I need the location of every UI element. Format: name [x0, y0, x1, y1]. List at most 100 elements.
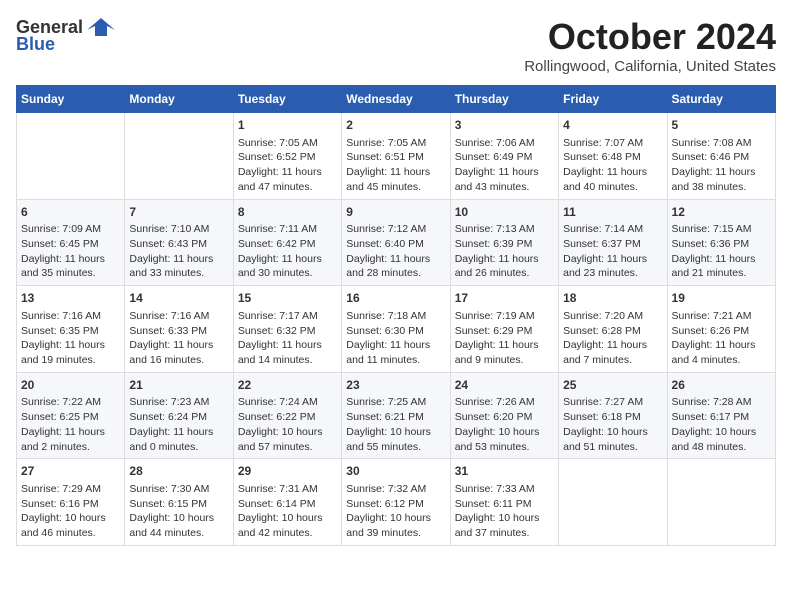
- calendar-cell: 6Sunrise: 7:09 AMSunset: 6:45 PMDaylight…: [17, 199, 125, 286]
- day-info: Sunrise: 7:14 AMSunset: 6:37 PMDaylight:…: [563, 222, 662, 281]
- week-row-3: 13Sunrise: 7:16 AMSunset: 6:35 PMDayligh…: [17, 286, 776, 373]
- header-row: SundayMondayTuesdayWednesdayThursdayFrid…: [17, 86, 776, 113]
- month-title: October 2024: [524, 16, 776, 58]
- day-number: 10: [455, 204, 554, 221]
- day-info: Sunrise: 7:21 AMSunset: 6:26 PMDaylight:…: [672, 309, 771, 368]
- logo-blue-text: Blue: [16, 34, 55, 55]
- day-number: 2: [346, 117, 445, 134]
- calendar-cell: 27Sunrise: 7:29 AMSunset: 6:16 PMDayligh…: [17, 459, 125, 546]
- day-number: 8: [238, 204, 337, 221]
- calendar-cell: [667, 459, 775, 546]
- day-info: Sunrise: 7:24 AMSunset: 6:22 PMDaylight:…: [238, 395, 337, 454]
- day-number: 5: [672, 117, 771, 134]
- day-info: Sunrise: 7:18 AMSunset: 6:30 PMDaylight:…: [346, 309, 445, 368]
- day-info: Sunrise: 7:07 AMSunset: 6:48 PMDaylight:…: [563, 136, 662, 195]
- day-number: 17: [455, 290, 554, 307]
- day-info: Sunrise: 7:27 AMSunset: 6:18 PMDaylight:…: [563, 395, 662, 454]
- calendar-cell: 28 Sunrise: 7:30 AMSunset: 6:15 PMDayligh…: [125, 459, 233, 546]
- calendar-cell: 21Sunrise: 7:23 AMSunset: 6:24 PMDayligh…: [125, 372, 233, 459]
- col-header-tuesday: Tuesday: [233, 86, 341, 113]
- calendar-cell: [125, 113, 233, 200]
- day-info: Sunrise: 7:25 AMSunset: 6:21 PMDaylight:…: [346, 395, 445, 454]
- day-number: 3: [455, 117, 554, 134]
- day-number: 21: [129, 377, 228, 394]
- day-info: Sunrise: 7:16 AMSunset: 6:35 PMDaylight:…: [21, 309, 120, 368]
- calendar-cell: 4 Sunrise: 7:07 AMSunset: 6:48 PMDaylight…: [559, 113, 667, 200]
- day-info: Sunrise: 7:22 AMSunset: 6:25 PMDaylight:…: [21, 395, 120, 454]
- calendar-cell: 24Sunrise: 7:26 AMSunset: 6:20 PMDayligh…: [450, 372, 558, 459]
- calendar-cell: 11Sunrise: 7:14 AMSunset: 6:37 PMDayligh…: [559, 199, 667, 286]
- calendar-cell: 10Sunrise: 7:13 AMSunset: 6:39 PMDayligh…: [450, 199, 558, 286]
- day-number: 30: [346, 463, 445, 480]
- day-info: Sunrise: 7:23 AMSunset: 6:24 PMDaylight:…: [129, 395, 228, 454]
- calendar-cell: 26Sunrise: 7:28 AMSunset: 6:17 PMDayligh…: [667, 372, 775, 459]
- day-info: Sunrise: 7:32 AMSunset: 6:12 PMDaylight:…: [346, 482, 445, 541]
- calendar-cell: 2 Sunrise: 7:05 AMSunset: 6:51 PMDaylight…: [342, 113, 450, 200]
- day-info: Sunrise: 7:15 AMSunset: 6:36 PMDaylight:…: [672, 222, 771, 281]
- day-number: 31: [455, 463, 554, 480]
- calendar-cell: 7Sunrise: 7:10 AMSunset: 6:43 PMDaylight…: [125, 199, 233, 286]
- logo-bird-icon: [87, 16, 115, 38]
- day-info: Sunrise: 7:05 AMSunset: 6:51 PMDaylight:…: [346, 136, 445, 195]
- day-number: 7: [129, 204, 228, 221]
- calendar-cell: 31Sunrise: 7:33 AMSunset: 6:11 PMDayligh…: [450, 459, 558, 546]
- calendar-cell: 8Sunrise: 7:11 AMSunset: 6:42 PMDaylight…: [233, 199, 341, 286]
- day-number: 11: [563, 204, 662, 221]
- day-number: 15: [238, 290, 337, 307]
- calendar-table: SundayMondayTuesdayWednesdayThursdayFrid…: [16, 85, 776, 546]
- calendar-cell: 9Sunrise: 7:12 AMSunset: 6:40 PMDaylight…: [342, 199, 450, 286]
- day-info: Sunrise: 7:30 AMSunset: 6:15 PMDaylight:…: [129, 482, 228, 541]
- day-number: 29: [238, 463, 337, 480]
- day-info: Sunrise: 7:05 AMSunset: 6:52 PMDaylight:…: [238, 136, 337, 195]
- day-number: 16: [346, 290, 445, 307]
- week-row-5: 27Sunrise: 7:29 AMSunset: 6:16 PMDayligh…: [17, 459, 776, 546]
- col-header-wednesday: Wednesday: [342, 86, 450, 113]
- col-header-sunday: Sunday: [17, 86, 125, 113]
- day-number: 6: [21, 204, 120, 221]
- day-number: 19: [672, 290, 771, 307]
- calendar-cell: 16 Sunrise: 7:18 AMSunset: 6:30 PMDayligh…: [342, 286, 450, 373]
- calendar-cell: 19 Sunrise: 7:21 AMSunset: 6:26 PMDayligh…: [667, 286, 775, 373]
- calendar-cell: 18Sunrise: 7:20 AMSunset: 6:28 PMDayligh…: [559, 286, 667, 373]
- day-number: 14: [129, 290, 228, 307]
- title-area: October 2024 Rollingwood, California, Un…: [524, 16, 776, 75]
- day-number: 25: [563, 377, 662, 394]
- week-row-1: 1 Sunrise: 7:05 AMSunset: 6:52 PMDaylight…: [17, 113, 776, 200]
- day-info: Sunrise: 7:12 AMSunset: 6:40 PMDaylight:…: [346, 222, 445, 281]
- day-number: 28: [129, 463, 228, 480]
- day-info: Sunrise: 7:26 AMSunset: 6:20 PMDaylight:…: [455, 395, 554, 454]
- col-header-saturday: Saturday: [667, 86, 775, 113]
- week-row-4: 20Sunrise: 7:22 AMSunset: 6:25 PMDayligh…: [17, 372, 776, 459]
- calendar-cell: 25Sunrise: 7:27 AMSunset: 6:18 PMDayligh…: [559, 372, 667, 459]
- day-info: Sunrise: 7:28 AMSunset: 6:17 PMDaylight:…: [672, 395, 771, 454]
- page-header: General Blue October 2024 Rollingwood, C…: [16, 16, 776, 75]
- day-number: 23: [346, 377, 445, 394]
- calendar-cell: 29 Sunrise: 7:31 AMSunset: 6:14 PMDayligh…: [233, 459, 341, 546]
- logo: General Blue: [16, 16, 115, 55]
- day-number: 24: [455, 377, 554, 394]
- day-number: 18: [563, 290, 662, 307]
- calendar-cell: 23Sunrise: 7:25 AMSunset: 6:21 PMDayligh…: [342, 372, 450, 459]
- day-info: Sunrise: 7:29 AMSunset: 6:16 PMDaylight:…: [21, 482, 120, 541]
- calendar-cell: 3 Sunrise: 7:06 AMSunset: 6:49 PMDaylight…: [450, 113, 558, 200]
- calendar-cell: 15Sunrise: 7:17 AMSunset: 6:32 PMDayligh…: [233, 286, 341, 373]
- day-number: 22: [238, 377, 337, 394]
- day-number: 4: [563, 117, 662, 134]
- week-row-2: 6Sunrise: 7:09 AMSunset: 6:45 PMDaylight…: [17, 199, 776, 286]
- day-number: 9: [346, 204, 445, 221]
- day-info: Sunrise: 7:13 AMSunset: 6:39 PMDaylight:…: [455, 222, 554, 281]
- day-info: Sunrise: 7:16 AMSunset: 6:33 PMDaylight:…: [129, 309, 228, 368]
- day-number: 20: [21, 377, 120, 394]
- day-info: Sunrise: 7:06 AMSunset: 6:49 PMDaylight:…: [455, 136, 554, 195]
- day-info: Sunrise: 7:19 AMSunset: 6:29 PMDaylight:…: [455, 309, 554, 368]
- day-info: Sunrise: 7:09 AMSunset: 6:45 PMDaylight:…: [21, 222, 120, 281]
- calendar-cell: 12Sunrise: 7:15 AMSunset: 6:36 PMDayligh…: [667, 199, 775, 286]
- calendar-cell: 14 Sunrise: 7:16 AMSunset: 6:33 PMDayligh…: [125, 286, 233, 373]
- col-header-friday: Friday: [559, 86, 667, 113]
- calendar-cell: [559, 459, 667, 546]
- day-info: Sunrise: 7:31 AMSunset: 6:14 PMDaylight:…: [238, 482, 337, 541]
- day-number: 1: [238, 117, 337, 134]
- day-info: Sunrise: 7:11 AMSunset: 6:42 PMDaylight:…: [238, 222, 337, 281]
- calendar-cell: [17, 113, 125, 200]
- calendar-cell: 5Sunrise: 7:08 AMSunset: 6:46 PMDaylight…: [667, 113, 775, 200]
